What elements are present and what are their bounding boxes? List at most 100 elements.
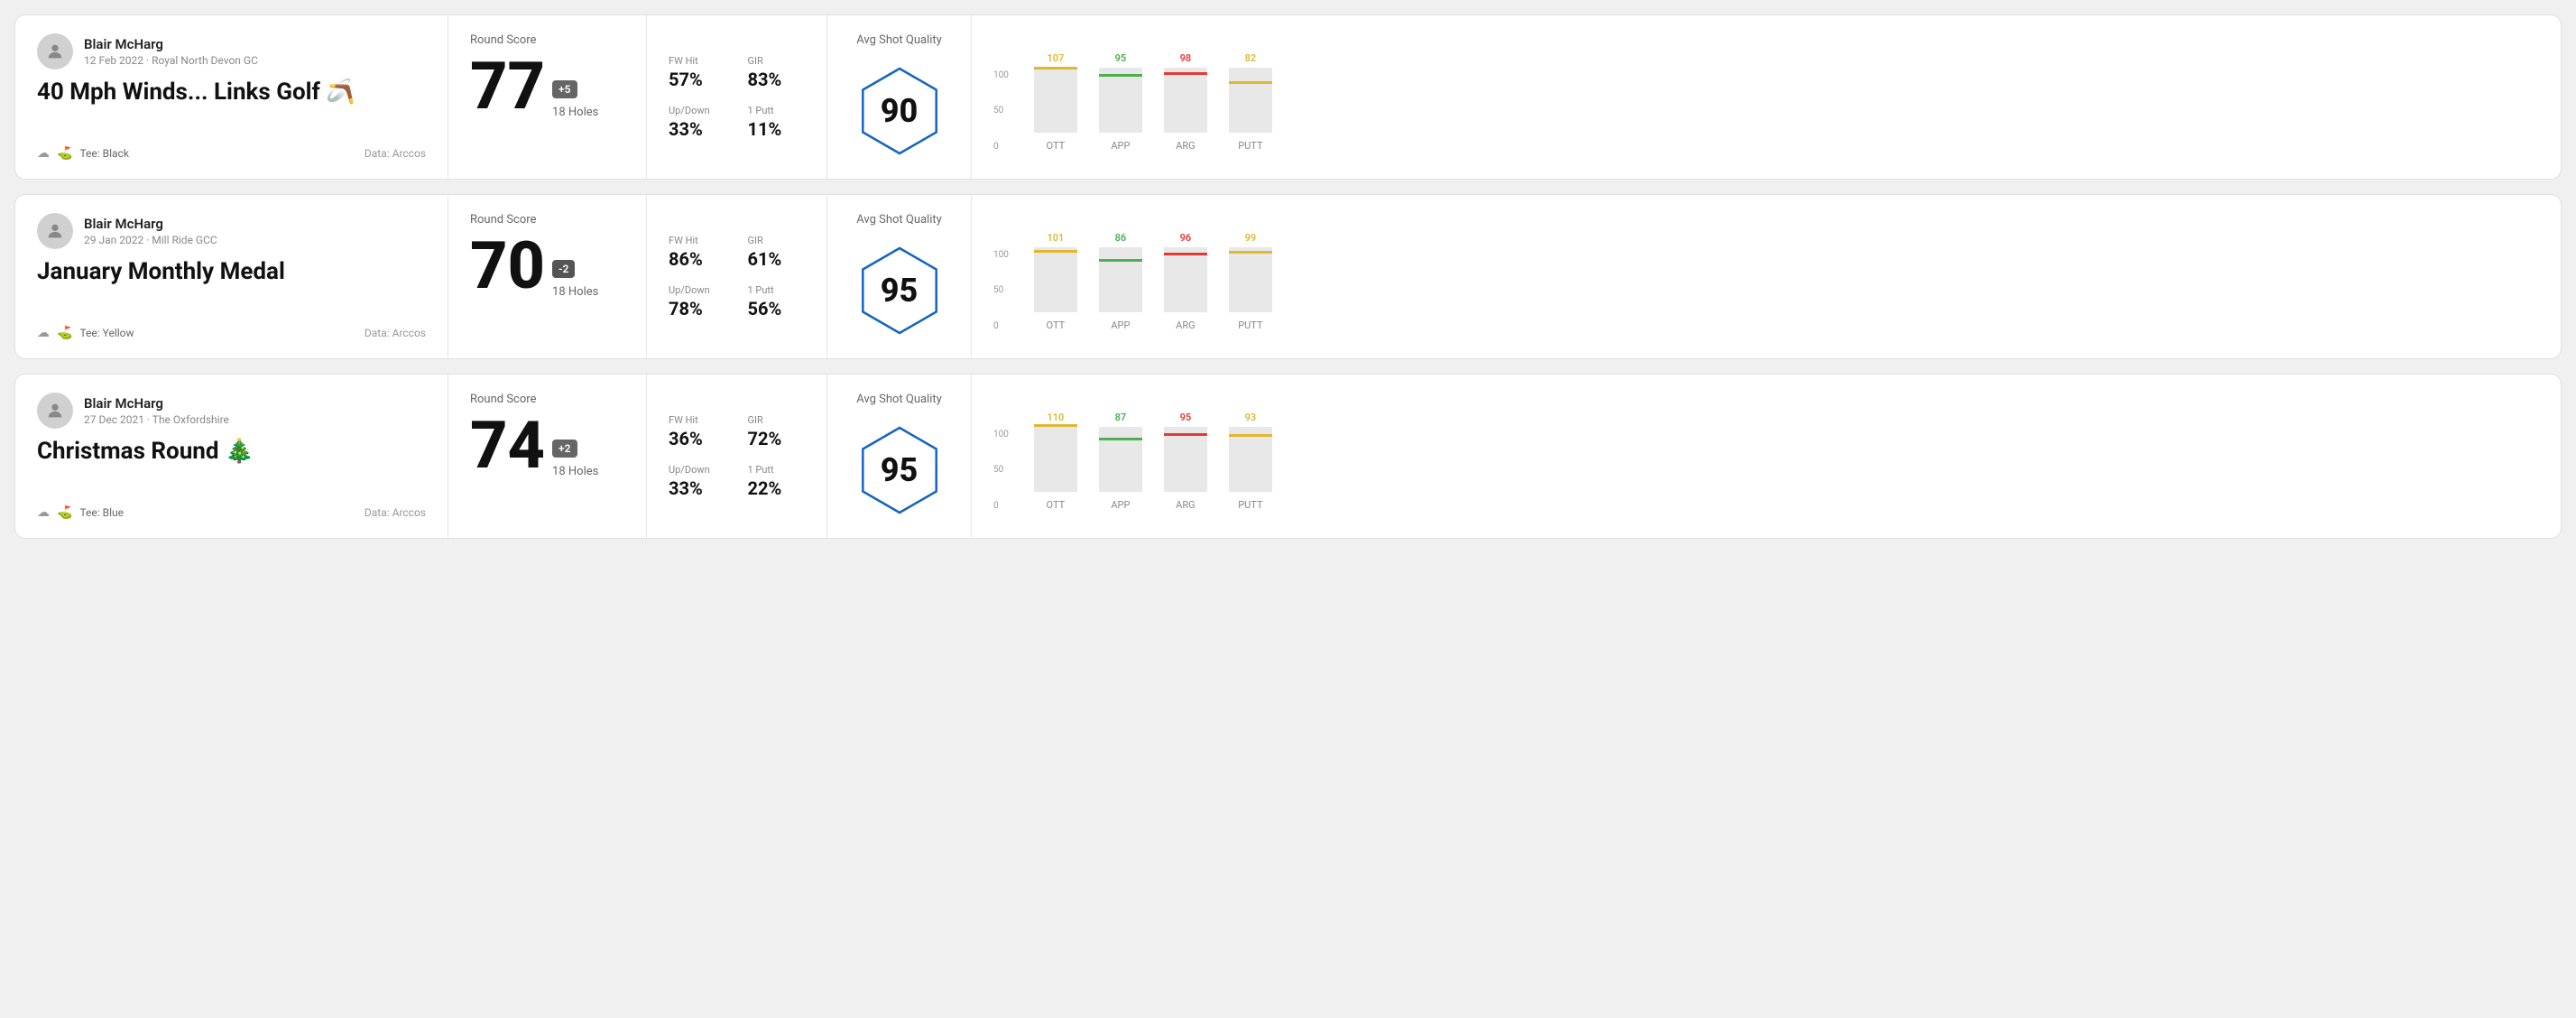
bar-group-app: 95 APP — [1099, 52, 1142, 152]
user-icon — [45, 42, 65, 61]
avatar-2 — [37, 393, 73, 429]
data-source-1: Data: Arccos — [365, 327, 426, 339]
avg-shot-label-0: Avg Shot Quality — [856, 33, 942, 47]
holes-label-1: 18 Holes — [552, 285, 598, 299]
user-icon — [45, 401, 65, 421]
card-middle-1: Round Score 70 -2 18 Holes — [448, 195, 647, 358]
bag-icon: ⛳ — [57, 505, 72, 520]
hexagon-1: 95 — [854, 241, 945, 340]
score-badge-1: -2 — [552, 260, 575, 278]
weather-icon: ☁ — [37, 146, 50, 161]
card-middle-0: Round Score 77 +5 18 Holes — [448, 15, 647, 179]
bag-icon: ⛳ — [57, 146, 72, 161]
stat-updown-2: Up/Down 33% — [669, 464, 726, 499]
score-area-2: 74 +2 18 Holes — [470, 413, 624, 478]
stat-oneputt-1: 1 Putt 56% — [748, 284, 806, 319]
card-quality-1: Avg Shot Quality 95 — [827, 195, 972, 358]
avg-shot-label-1: Avg Shot Quality — [856, 213, 942, 227]
tee-color-1: Tee: Yellow — [79, 327, 134, 339]
stat-fw-hit-0: FW Hit 57% — [669, 55, 726, 90]
card-footer-1: ☁ ⛳ Tee: Yellow Data: Arccos — [37, 326, 426, 340]
tee-color-0: Tee: Black — [79, 147, 128, 160]
weather-icon: ☁ — [37, 505, 50, 520]
bar-group-arg: 98 ARG — [1164, 52, 1207, 152]
bar-group-arg: 96 ARG — [1164, 232, 1207, 331]
bag-icon: ⛳ — [57, 326, 72, 340]
card-left-2: Blair McHarg 27 Dec 2021 · The Oxfordshi… — [15, 375, 448, 538]
tee-info-2: ☁ ⛳ Tee: Blue — [37, 505, 124, 520]
stat-updown-1: Up/Down 78% — [669, 284, 726, 319]
round-title-0: 40 Mph Winds... Links Golf 🪃 — [37, 79, 426, 106]
bar-group-ott: 110 OTT — [1034, 412, 1077, 511]
player-info-1: Blair McHarg 29 Jan 2022 · Mill Ride GCC — [37, 213, 426, 249]
card-quality-2: Avg Shot Quality 95 — [827, 375, 972, 538]
y-axis-labels: 100 50 0 — [993, 70, 1009, 152]
score-badge-0: +5 — [552, 80, 577, 98]
hex-score-2: 95 — [881, 451, 919, 489]
data-source-2: Data: Arccos — [365, 506, 426, 519]
tee-info-0: ☁ ⛳ Tee: Black — [37, 146, 129, 161]
card-stats-0: FW Hit 57% GIR 83% Up/Down 33% 1 Putt 11… — [647, 15, 827, 179]
hex-score-0: 90 — [881, 92, 919, 130]
data-source-0: Data: Arccos — [365, 147, 426, 160]
player-info-2: Blair McHarg 27 Dec 2021 · The Oxfordshi… — [37, 393, 426, 429]
round-title-2: Christmas Round 🎄 — [37, 438, 426, 465]
card-stats-1: FW Hit 86% GIR 61% Up/Down 78% 1 Putt 56… — [647, 195, 827, 358]
round-score-label-2: Round Score — [470, 393, 624, 406]
card-middle-2: Round Score 74 +2 18 Holes — [448, 375, 647, 538]
stat-gir-2: GIR 72% — [748, 414, 806, 449]
player-name-2: Blair McHarg — [84, 395, 229, 412]
card-quality-0: Avg Shot Quality 90 — [827, 15, 972, 179]
bar-group-putt: 99 PUTT — [1229, 232, 1272, 331]
player-date-1: 29 Jan 2022 · Mill Ride GCC — [84, 234, 217, 246]
stat-fw-hit-1: FW Hit 86% — [669, 235, 726, 270]
big-score-2: 74 — [470, 413, 545, 478]
bar-group-app: 86 APP — [1099, 232, 1142, 331]
score-area-0: 77 +5 18 Holes — [470, 54, 624, 119]
stat-oneputt-2: 1 Putt 22% — [748, 464, 806, 499]
card-left-1: Blair McHarg 29 Jan 2022 · Mill Ride GCC… — [15, 195, 448, 358]
round-score-label-0: Round Score — [470, 33, 624, 47]
hexagon-2: 95 — [854, 421, 945, 520]
round-card-0: Blair McHarg 12 Feb 2022 · Royal North D… — [14, 14, 2562, 180]
bar-group-ott: 101 OTT — [1034, 232, 1077, 331]
player-name-0: Blair McHarg — [84, 36, 258, 52]
card-chart-0: 100 50 0 107 OTT 95 APP 98 — [972, 15, 2561, 179]
stats-grid-0: FW Hit 57% GIR 83% Up/Down 33% 1 Putt 11… — [669, 55, 805, 140]
stat-oneputt-0: 1 Putt 11% — [748, 105, 806, 140]
y-axis-labels: 100 50 0 — [993, 250, 1009, 331]
card-chart-2: 100 50 0 110 OTT 87 APP 95 — [972, 375, 2561, 538]
tee-info-1: ☁ ⛳ Tee: Yellow — [37, 326, 134, 340]
user-icon — [45, 221, 65, 241]
bar-group-putt: 82 PUTT — [1229, 52, 1272, 152]
y-axis-labels: 100 50 0 — [993, 430, 1009, 511]
avg-shot-label-2: Avg Shot Quality — [856, 393, 942, 406]
round-card-1: Blair McHarg 29 Jan 2022 · Mill Ride GCC… — [14, 194, 2562, 359]
card-chart-1: 100 50 0 101 OTT 86 APP 96 — [972, 195, 2561, 358]
holes-label-0: 18 Holes — [552, 106, 598, 119]
round-score-label-1: Round Score — [470, 213, 624, 227]
card-footer-0: ☁ ⛳ Tee: Black Data: Arccos — [37, 146, 426, 161]
round-title-1: January Monthly Medal — [37, 258, 426, 285]
bar-group-arg: 95 ARG — [1164, 412, 1207, 511]
big-score-0: 77 — [470, 54, 545, 119]
tee-color-2: Tee: Blue — [79, 506, 124, 519]
stats-grid-2: FW Hit 36% GIR 72% Up/Down 33% 1 Putt 22… — [669, 414, 805, 499]
card-left-0: Blair McHarg 12 Feb 2022 · Royal North D… — [15, 15, 448, 179]
score-area-1: 70 -2 18 Holes — [470, 234, 624, 299]
bar-group-ott: 107 OTT — [1034, 52, 1077, 152]
avatar-1 — [37, 213, 73, 249]
avatar-0 — [37, 33, 73, 69]
stats-grid-1: FW Hit 86% GIR 61% Up/Down 78% 1 Putt 56… — [669, 235, 805, 319]
stat-updown-0: Up/Down 33% — [669, 105, 726, 140]
stat-fw-hit-2: FW Hit 36% — [669, 414, 726, 449]
bar-group-app: 87 APP — [1099, 412, 1142, 511]
holes-label-2: 18 Holes — [552, 465, 598, 478]
player-date-2: 27 Dec 2021 · The Oxfordshire — [84, 413, 229, 426]
round-card-2: Blair McHarg 27 Dec 2021 · The Oxfordshi… — [14, 374, 2562, 539]
card-stats-2: FW Hit 36% GIR 72% Up/Down 33% 1 Putt 22… — [647, 375, 827, 538]
weather-icon: ☁ — [37, 326, 50, 340]
stat-gir-1: GIR 61% — [748, 235, 806, 270]
player-date-0: 12 Feb 2022 · Royal North Devon GC — [84, 54, 258, 67]
big-score-1: 70 — [470, 234, 545, 299]
